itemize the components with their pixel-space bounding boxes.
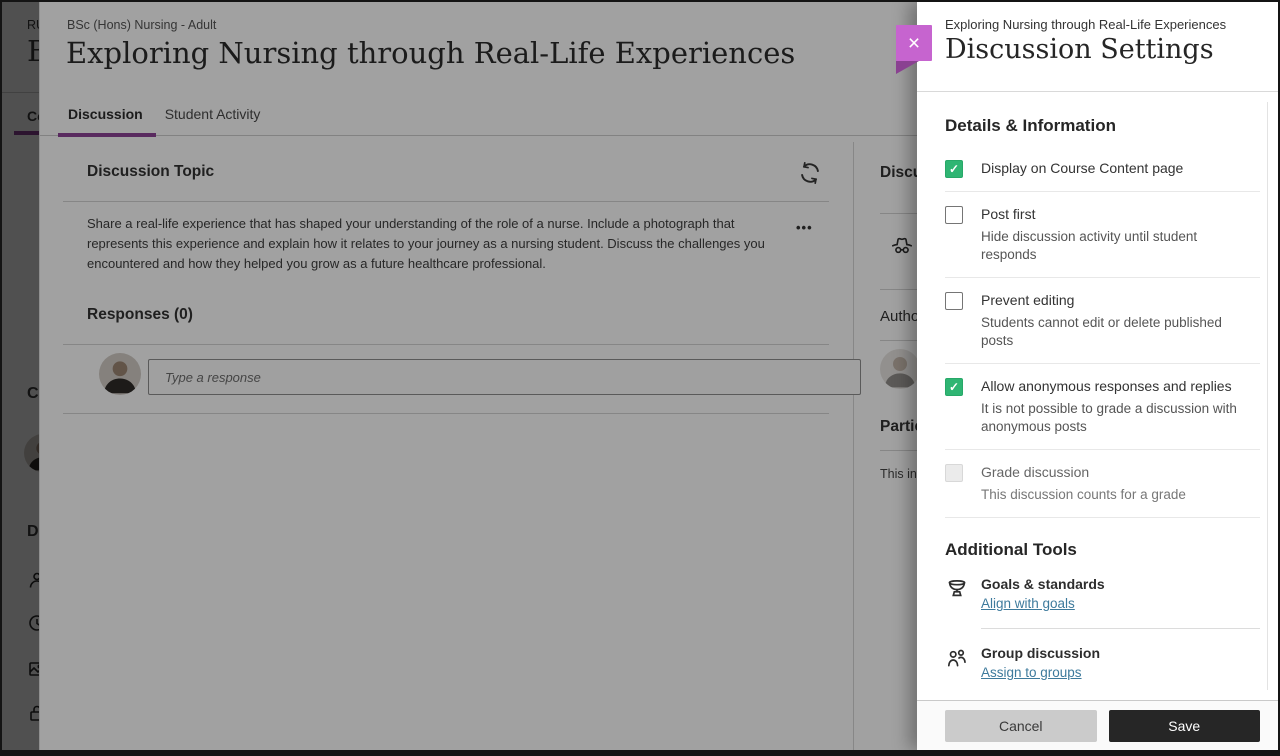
checkbox-disabled-icon	[945, 464, 963, 482]
checkbox-checked-icon[interactable]: ✓	[945, 378, 963, 396]
tool-goals-standards: Goals & standards Align with goals	[945, 575, 1260, 613]
close-button-fold	[896, 61, 919, 74]
tool-group-discussion: Group discussion Assign to groups	[945, 644, 1260, 682]
details-information-heading: Details & Information	[945, 116, 1260, 136]
save-button[interactable]: Save	[1109, 710, 1261, 742]
screen: RU B Co C D BSc (H	[0, 0, 1280, 756]
assign-to-groups-link[interactable]: Assign to groups	[981, 665, 1082, 680]
additional-tools-heading: Additional Tools	[945, 540, 1260, 560]
panel-header: Exploring Nursing through Real-Life Expe…	[917, 2, 1278, 92]
options-list: ✓ Display on Course Content page Post fi…	[945, 146, 1260, 518]
panel-footer: Cancel Save	[917, 700, 1278, 750]
panel-subtitle: Exploring Nursing through Real-Life Expe…	[945, 17, 1260, 32]
scrollbar-track[interactable]	[1267, 102, 1268, 690]
modal-scrim[interactable]	[2, 2, 917, 750]
option-prevent-editing: Prevent editing Students cannot edit or …	[945, 278, 1260, 364]
option-description: Hide discussion activity until student r…	[981, 228, 1246, 264]
viewport: RU B Co C D BSc (H	[2, 2, 1278, 750]
option-post-first: Post first Hide discussion activity unti…	[945, 192, 1260, 278]
option-description: Students cannot edit or delete published…	[981, 314, 1246, 350]
checkbox-checked-icon[interactable]: ✓	[945, 160, 963, 178]
option-description: This discussion counts for a grade	[981, 486, 1246, 504]
option-allow-anonymous: ✓ Allow anonymous responses and replies …	[945, 364, 1260, 450]
tool-label: Group discussion	[981, 644, 1100, 662]
checkbox-unchecked-icon[interactable]	[945, 206, 963, 224]
option-description: It is not possible to grade a discussion…	[981, 400, 1246, 436]
group-icon	[945, 646, 969, 672]
goals-icon	[945, 577, 969, 603]
option-label: Allow anonymous responses and replies	[981, 377, 1246, 396]
option-display-on-course-content: ✓ Display on Course Content page	[945, 146, 1260, 192]
option-grade-discussion: Grade discussion This discussion counts …	[945, 450, 1260, 518]
align-with-goals-link[interactable]: Align with goals	[981, 596, 1075, 611]
discussion-settings-panel: × Exploring Nursing through Real-Life Ex…	[917, 2, 1278, 750]
option-label: Prevent editing	[981, 291, 1246, 310]
divider	[981, 628, 1260, 629]
option-label: Display on Course Content page	[981, 159, 1183, 178]
panel-body: Details & Information ✓ Display on Cours…	[917, 92, 1278, 700]
panel-title: Discussion Settings	[945, 34, 1260, 65]
close-icon[interactable]: ×	[896, 25, 932, 61]
option-label: Post first	[981, 205, 1246, 224]
tool-label: Goals & standards	[981, 575, 1105, 593]
cancel-button[interactable]: Cancel	[945, 710, 1097, 742]
option-label: Grade discussion	[981, 463, 1246, 482]
checkbox-unchecked-icon[interactable]	[945, 292, 963, 310]
